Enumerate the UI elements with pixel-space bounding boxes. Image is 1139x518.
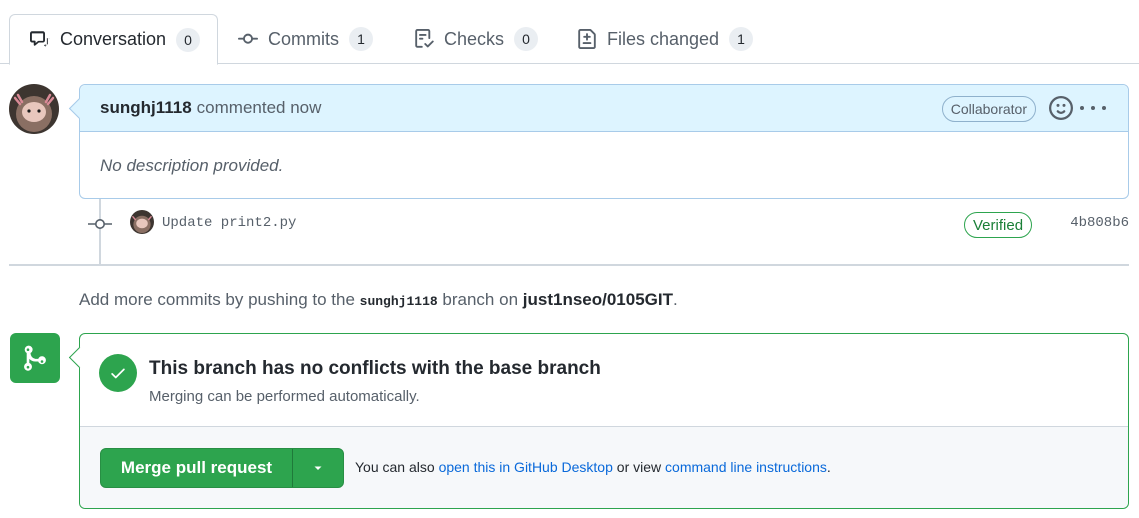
avatar[interactable] xyxy=(130,210,154,234)
check-icon xyxy=(99,354,137,392)
hint-text: . xyxy=(673,290,678,309)
merge-pull-request-button[interactable]: Merge pull request xyxy=(101,449,293,487)
hint-text: Add more commits by pushing to the xyxy=(79,290,355,309)
tab-count: 1 xyxy=(349,27,373,51)
tab-conversation[interactable]: Conversation 0 xyxy=(9,14,218,65)
smiley-icon[interactable] xyxy=(1049,96,1073,120)
comment-body: No description provided. xyxy=(100,156,284,175)
collaborator-badge: Collaborator xyxy=(941,96,1036,122)
triangle-down-icon xyxy=(314,466,322,470)
timeline-commit: Update print2.py Verified 4b808b6 xyxy=(88,208,1133,240)
tab-label: Commits xyxy=(268,28,339,49)
merge-button-group: Merge pull request xyxy=(100,448,344,488)
branch-name: sunghj1118 xyxy=(359,294,438,309)
tab-label: Checks xyxy=(444,28,505,49)
comment: sunghj1118 commented now Collaborator No… xyxy=(79,84,1129,199)
note-text: You can also xyxy=(355,459,435,475)
merge-status-title: This branch has no conflicts with the ba… xyxy=(149,358,601,379)
git-commit-icon xyxy=(238,29,258,49)
comment-discussion-icon xyxy=(30,30,50,50)
commit-message-link[interactable]: Update print2.py xyxy=(162,215,296,231)
checklist-icon xyxy=(414,29,434,49)
merge-status-subtitle: Merging can be performed automatically. xyxy=(149,388,420,405)
note-text: . xyxy=(826,459,831,475)
hint-text: branch on xyxy=(442,290,519,309)
tab-label: Conversation xyxy=(60,29,167,49)
open-github-desktop-link[interactable]: open this in GitHub Desktop xyxy=(439,459,613,475)
comment-header: sunghj1118 commented now Collaborator xyxy=(80,85,1128,132)
git-merge-icon xyxy=(10,333,60,383)
pr-tabs: Conversation 0 Commits 1 Checks 0 Files … xyxy=(0,0,1139,65)
tab-count: 0 xyxy=(176,27,201,52)
tab-commits[interactable]: Commits 1 xyxy=(218,14,393,64)
tab-files-changed[interactable]: Files changed 1 xyxy=(557,14,773,64)
push-hint: Add more commits by pushing to the sungh… xyxy=(79,290,678,310)
tab-count: 0 xyxy=(514,27,539,51)
merge-actions: Merge pull request You can also open thi… xyxy=(80,427,1128,508)
merge-box: This branch has no conflicts with the ba… xyxy=(79,333,1129,509)
comment-timestamp[interactable]: commented now xyxy=(197,98,322,118)
repo-name: just1nseo/0105GIT xyxy=(522,290,673,309)
merge-note: You can also open this in GitHub Desktop… xyxy=(355,459,831,475)
command-line-instructions-link[interactable]: command line instructions xyxy=(665,459,827,475)
merge-method-dropdown[interactable] xyxy=(293,449,343,487)
tab-count: 1 xyxy=(729,27,754,51)
comment-author[interactable]: sunghj1118 xyxy=(100,98,192,118)
avatar[interactable] xyxy=(9,84,59,134)
tab-checks[interactable]: Checks 0 xyxy=(394,14,558,64)
note-text: or view xyxy=(616,459,662,475)
tab-label: Files changed xyxy=(607,28,720,49)
git-commit-icon xyxy=(88,214,112,234)
verified-badge[interactable]: Verified xyxy=(964,212,1033,238)
kebab-horizontal-icon[interactable] xyxy=(1080,98,1106,118)
file-diff-icon xyxy=(577,29,597,49)
merge-status: This branch has no conflicts with the ba… xyxy=(80,334,1128,427)
commit-sha-link[interactable]: 4b808b6 xyxy=(1070,215,1129,231)
timeline-divider xyxy=(9,264,1129,266)
